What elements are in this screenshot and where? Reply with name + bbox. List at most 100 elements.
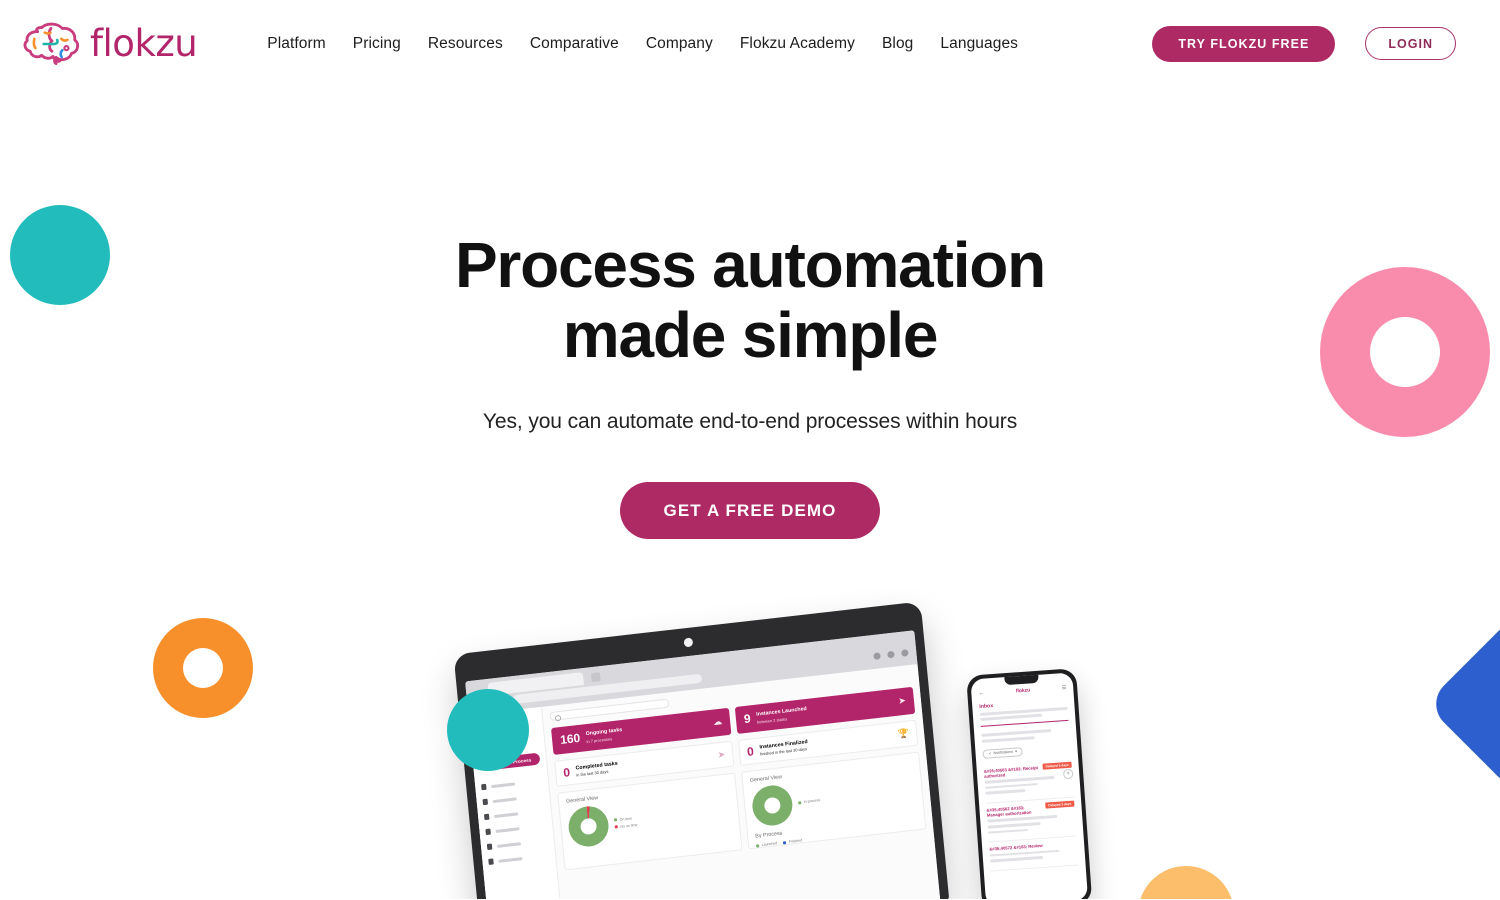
box-icon	[486, 843, 493, 851]
nav-item-languages[interactable]: Languages	[940, 35, 1018, 53]
app-brand: flokzu	[475, 715, 536, 728]
check-icon: ✓	[988, 751, 992, 756]
phone-topbar: ← flokzu ☰	[978, 685, 1066, 697]
legend-label: Launched	[761, 841, 778, 847]
phone-divider	[980, 719, 1069, 728]
phone-text-line	[981, 736, 1035, 743]
trophy-icon: 🏆	[897, 727, 910, 740]
nav-item-flokzu-academy[interactable]: Flokzu Academy	[740, 35, 855, 53]
nav-item-resources[interactable]: Resources	[428, 35, 503, 53]
header-actions: TRY FLOKZU FREE LOGIN	[1152, 25, 1456, 62]
phone-filter-chip[interactable]: ✓ Notifications ▾	[982, 746, 1024, 759]
sidebar-item-sandbox[interactable]	[486, 837, 548, 851]
app-main-content: 160 Ongoing tasks in 7 processes ☁ 9 Ins…	[542, 664, 940, 900]
kpi-value: 160	[559, 731, 581, 748]
status-badge: Delayed 3 days	[1045, 800, 1075, 809]
sidebar-item-label	[495, 826, 520, 833]
sidebar-item-starred[interactable]	[482, 792, 544, 806]
device-mockup-group: flokzu ➤ Launch Process 160 Ongoing task…	[0, 600, 1500, 900]
sidebar-item-label	[492, 796, 517, 803]
avatar	[476, 734, 493, 752]
nav-item-company[interactable]: Company	[646, 35, 713, 53]
login-button[interactable]: LOGIN	[1365, 27, 1456, 60]
task-title: &#35;40562 &#183; Manager authorization	[986, 804, 1032, 818]
nav-item-pricing[interactable]: Pricing	[353, 35, 401, 53]
brand-logo-link[interactable]: flokzu	[22, 18, 198, 70]
sidebar-item-my-reports[interactable]	[488, 852, 549, 865]
get-a-free-demo-button[interactable]: GET A FREE DEMO	[619, 481, 881, 539]
phone-text-line	[981, 729, 1052, 737]
rocket-icon: ➤	[487, 760, 492, 767]
phone-text-line	[985, 789, 1025, 795]
nav-item-blog[interactable]: Blog	[882, 35, 913, 53]
kpi-value: 0	[746, 744, 755, 759]
back-arrow-icon[interactable]: ←	[978, 691, 984, 697]
sidebar-item-inbox[interactable]	[481, 777, 542, 791]
legend-label: On time	[619, 815, 633, 822]
laptop-mockup: flokzu ➤ Launch Process 160 Ongoing task…	[453, 601, 950, 900]
sidebar-item-involved[interactable]	[485, 822, 546, 836]
app-brand-name: flokzu	[483, 718, 501, 727]
legend-swatch	[613, 818, 618, 822]
brain-icon	[23, 22, 80, 65]
report-icon	[488, 858, 494, 865]
legend-swatch	[798, 800, 802, 805]
donut-chart	[566, 804, 611, 849]
sidebar-item-label	[494, 811, 519, 818]
list-item[interactable]: &#35;40572 &#183; Review	[988, 836, 1079, 872]
landing-page: flokzu Platform Pricing Resources Compar…	[0, 0, 1500, 900]
phone-text-line	[984, 782, 1038, 790]
brand-wordmark: flokzu	[90, 22, 198, 65]
legend-item: Launched	[756, 841, 778, 848]
sidebar-item-label	[496, 841, 522, 848]
inbox-icon	[481, 783, 487, 791]
star-icon	[482, 798, 489, 806]
phone-app-name: flokzu	[1015, 687, 1031, 695]
app-user-name	[495, 737, 523, 744]
phone-text-line	[990, 856, 1043, 863]
site-header: flokzu Platform Pricing Resources Compar…	[0, 0, 1500, 87]
launch-process-button[interactable]: ➤ Launch Process	[478, 752, 541, 772]
sidebar-item-outbox[interactable]	[483, 807, 545, 821]
launch-process-label: Launch Process	[494, 756, 532, 767]
donut-chart	[750, 783, 795, 828]
outbox-icon	[483, 813, 490, 821]
phone-text-line	[987, 821, 1041, 829]
cloud-icon: ☁	[712, 716, 723, 728]
legend-swatch	[756, 843, 760, 848]
legend-swatch	[783, 840, 787, 844]
people-icon	[485, 828, 491, 836]
chart-legend: On time No on time	[613, 815, 638, 829]
app-brand-icon	[475, 721, 481, 728]
app-user-row[interactable]	[476, 730, 538, 752]
laptop-camera	[683, 637, 694, 648]
status-badge: Delayed 5 days	[1042, 761, 1072, 770]
legend-item: No on time	[614, 822, 638, 829]
main-navigation: Platform Pricing Resources Comparative C…	[267, 35, 1018, 53]
send-icon: ➤	[717, 748, 726, 760]
kpi-value: 0	[562, 764, 571, 780]
nav-item-platform[interactable]: Platform	[267, 35, 326, 53]
phone-screen: ← flokzu ☰ Inbox ✓ Notifications ▾ + Del…	[970, 672, 1089, 900]
legend-item: On time	[613, 815, 637, 822]
kpi-value: 9	[743, 711, 752, 727]
legend-swatch	[614, 825, 618, 829]
list-item[interactable]: Delayed 3 days &#35;40562 &#183; Manager…	[986, 797, 1077, 843]
hero-subtitle: Yes, you can automate end-to-end process…	[482, 409, 1018, 433]
legend-label: Finished	[788, 838, 803, 844]
sidebar-item-label	[491, 781, 516, 788]
chart-card-general-view-right: General View In process By Process Launc…	[741, 751, 927, 850]
nav-item-comparative[interactable]: Comparative	[530, 35, 619, 53]
try-flokzu-free-button[interactable]: TRY FLOKZU FREE	[1152, 25, 1336, 62]
new-tab-icon[interactable]	[590, 672, 601, 683]
chevron-down-icon: ▾	[1014, 749, 1018, 754]
legend-item: In process	[798, 798, 820, 805]
browser-nav-icons	[476, 697, 503, 706]
chart-card-general-view-left: General View On time No on time	[557, 772, 743, 871]
hamburger-icon[interactable]: ☰	[1062, 685, 1067, 691]
chart-legend: In process	[798, 798, 820, 805]
send-icon: ➤	[897, 695, 907, 707]
sidebar-item-label	[498, 856, 523, 863]
list-item[interactable]: Delayed 5 days &#35;40563 &#183; Receipt…	[983, 758, 1074, 804]
page-title: Process automation made simple	[454, 229, 1046, 372]
